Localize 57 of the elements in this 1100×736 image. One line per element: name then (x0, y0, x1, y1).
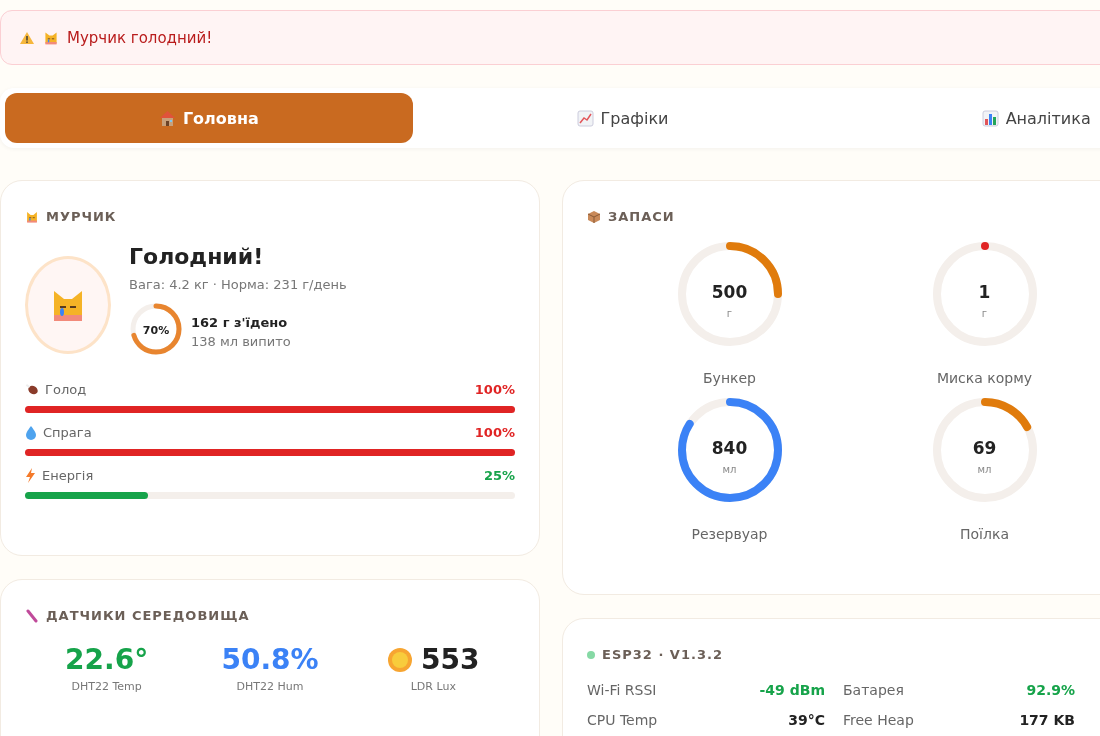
stat-label: Батарея (843, 682, 904, 698)
progress-label: 70% (141, 324, 171, 337)
sun-icon (387, 646, 414, 673)
gauge-value: 69 (971, 438, 998, 458)
gauge-value: 500 (710, 282, 749, 302)
stat-value: 177 KB (1019, 712, 1075, 728)
gauge-label: Бункер (703, 370, 756, 386)
gauge-label: Поїлка (960, 526, 1009, 542)
stat-label: Free Heap (843, 712, 914, 728)
tab[interactable]: Головна (5, 93, 413, 143)
gauge-unit: мл (721, 464, 738, 475)
alert-text: Мурчик голодний! (67, 28, 213, 47)
card-title: ЗАПАСИ (608, 209, 675, 224)
stat-label: Wi-Fi RSSI (587, 682, 657, 698)
stat-label: CPU Temp (587, 712, 658, 728)
house-icon (158, 109, 176, 127)
stat-value: 39°C (788, 712, 825, 728)
bar-label: Голод (45, 382, 88, 397)
sensor-value: 50.8% (221, 643, 319, 676)
tab[interactable]: Аналітика (832, 93, 1100, 143)
bar-value: 100% (474, 382, 515, 397)
card-title: ESP32 · V1.3.2 (602, 647, 723, 662)
pet-info: Вага: 4.2 кг · Норма: 231 г/день (129, 277, 347, 292)
bar-value: 100% (474, 425, 515, 440)
sensor-value: 22.6° (65, 643, 149, 676)
progress-ring (129, 302, 183, 356)
droplet-icon (25, 425, 37, 440)
gauge-unit: г (980, 308, 989, 319)
sensor-value: 553 (421, 643, 480, 676)
sensor-label: LDR Lux (410, 680, 456, 693)
stat-value: 92.9% (1026, 682, 1075, 698)
card-title: МУРЧИК (46, 209, 117, 224)
gauge-value: 840 (710, 438, 749, 458)
box-icon (587, 209, 601, 224)
bar-value: 25% (483, 468, 515, 483)
cat-icon (25, 209, 39, 224)
gauge-unit: г (725, 308, 734, 319)
gauge-value: 1 (977, 282, 992, 302)
cat-icon (43, 29, 59, 46)
lightning-icon (25, 468, 36, 483)
pet-status: Голодний! (129, 244, 265, 269)
bar-label: Спрага (43, 425, 93, 440)
card-title: ДАТЧИКИ СЕРЕДОВИЩА (46, 608, 250, 623)
line-chart-icon (576, 109, 594, 127)
bar-chart-icon (981, 109, 999, 127)
sensor-label: DHT22 Temp (71, 680, 142, 693)
warning-icon (19, 30, 35, 45)
gauge-label: Резервуар (691, 526, 768, 542)
drunk-text: 138 мл випито (191, 334, 291, 349)
stat-value: -49 dBm (759, 682, 825, 698)
eaten-text: 162 г з'їдено (191, 315, 289, 330)
sensor-label: DHT22 Hum (236, 680, 304, 693)
meat-icon (25, 382, 39, 397)
bar-label: Енергія (42, 468, 95, 483)
gauge-label: Миска корму (936, 370, 1033, 386)
tab[interactable]: Графіки (418, 93, 827, 143)
gauge-unit: мл (976, 464, 993, 475)
